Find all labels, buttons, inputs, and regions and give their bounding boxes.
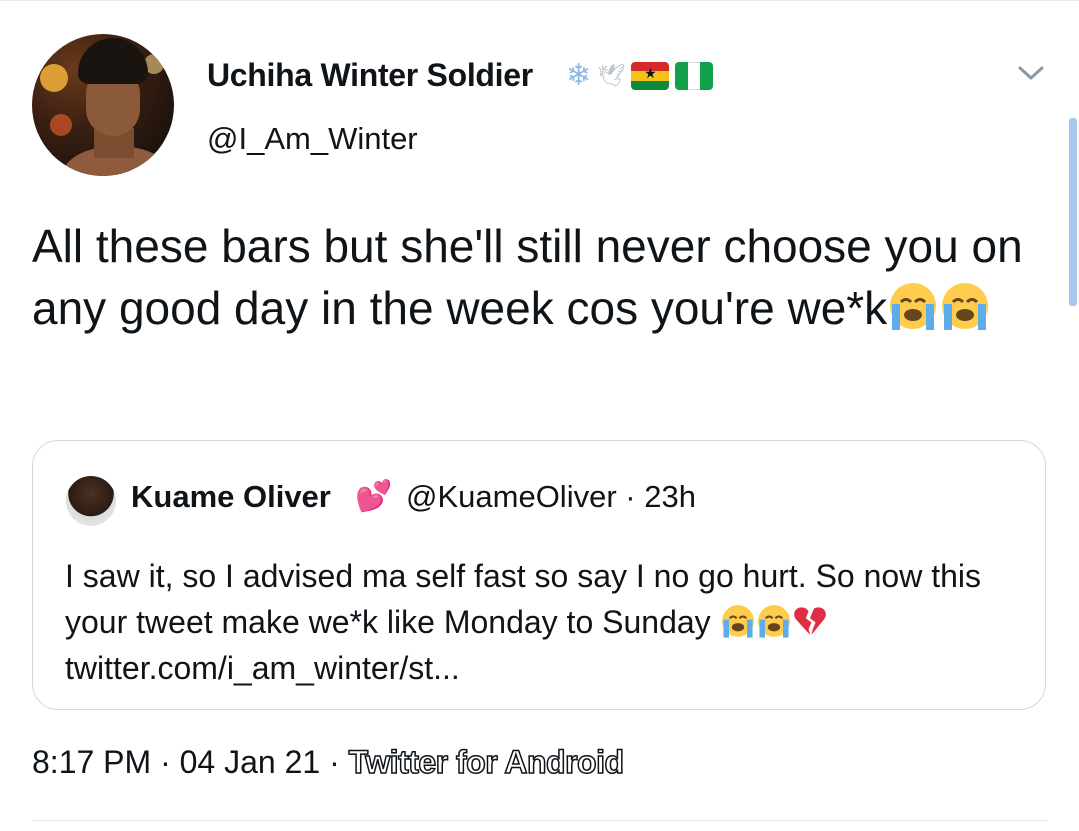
bottom-divider [32, 820, 1047, 821]
ghana-flag-icon [631, 62, 670, 90]
tweet-text: All these bars but she'll still never ch… [32, 215, 1042, 339]
author-avatar[interactable] [32, 34, 174, 176]
quoted-link[interactable]: twitter.com/i_am_winter/st... [65, 650, 460, 686]
crying-face-icon [756, 604, 792, 640]
quoted-body: I saw it, so I advised ma self fast so s… [65, 558, 981, 640]
quoted-author-display-name[interactable]: Kuame Oliver [131, 479, 331, 515]
quoted-age[interactable]: 23h [644, 479, 696, 514]
tweet-body: All these bars but she'll still never ch… [32, 220, 1023, 334]
nigeria-flag-icon [675, 62, 714, 90]
broken-heart-icon [792, 604, 828, 640]
crying-face-icon [939, 280, 991, 332]
quoted-tweet-text: I saw it, so I advised ma self fast so s… [65, 553, 1025, 691]
top-divider [0, 0, 1079, 1]
meta-separator: · [625, 479, 636, 514]
crying-face-icon [887, 280, 939, 332]
crying-face-icon [720, 604, 756, 640]
heart-icon: 💕 [355, 480, 393, 513]
author-badges: ❄ 🕊 [566, 58, 714, 94]
tweet-date[interactable]: 04 Jan 21 [180, 744, 321, 780]
dove-icon: 🕊 [597, 63, 626, 88]
scrollbar[interactable] [1069, 118, 1077, 306]
chevron-down-icon [1018, 66, 1044, 80]
quoted-tweet-card[interactable]: Kuame Oliver 💕 @KuameOliver · 23h I saw … [32, 440, 1046, 710]
snowflake-icon: ❄ [566, 59, 592, 92]
footer-separator: · [329, 744, 340, 780]
quoted-meta: @KuameOliver · 23h [406, 479, 696, 515]
quoted-author-handle[interactable]: @KuameOliver [406, 479, 617, 514]
footer-separator: · [160, 744, 171, 780]
tweet-footer: 8:17 PM · 04 Jan 21 · Twitter for Androi… [32, 743, 625, 781]
tweet-source[interactable]: Twitter for Android [348, 743, 625, 781]
author-handle[interactable]: @I_Am_Winter [207, 121, 418, 157]
author-display-name[interactable]: Uchiha Winter Soldier [207, 57, 533, 94]
tweet-menu-button[interactable] [1016, 60, 1046, 86]
tweet-time[interactable]: 8:17 PM [32, 744, 151, 780]
quoted-author-avatar[interactable] [66, 476, 116, 526]
